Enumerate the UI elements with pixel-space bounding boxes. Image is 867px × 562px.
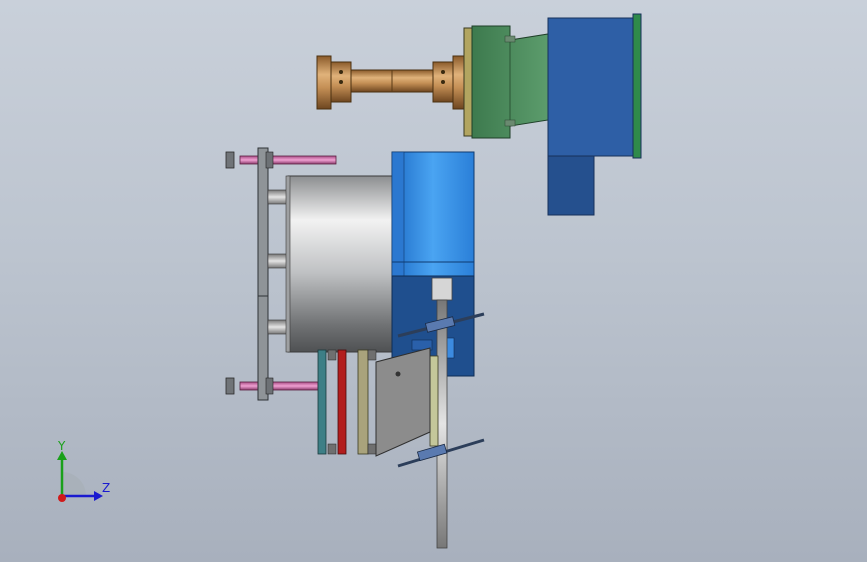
x-axis-origin-icon [58, 494, 66, 502]
spacer-top[interactable] [267, 189, 289, 205]
right-guide-plate[interactable] [429, 355, 439, 447]
upper-motor-terminal-box[interactable] [547, 155, 595, 216]
upper-rod-nut-left[interactable] [225, 151, 235, 169]
cad-viewport[interactable]: Y Z [0, 0, 867, 562]
spacer-middle[interactable] [267, 253, 289, 269]
spacer-bottom[interactable] [267, 319, 289, 335]
adapter-plate[interactable] [463, 27, 473, 137]
teal-plate[interactable] [317, 349, 327, 455]
chrome-drum[interactable] [287, 175, 393, 353]
upper-motor-body[interactable] [547, 17, 637, 157]
red-plate[interactable] [337, 349, 347, 455]
left-side-plate[interactable] [257, 147, 269, 401]
right-coupling-bolt-2 [441, 80, 445, 84]
triad-z-label: Z [102, 481, 110, 495]
right-flange[interactable] [452, 55, 466, 110]
lower-rod-nut-left[interactable] [225, 377, 235, 395]
upper-motor-endplate[interactable] [632, 13, 642, 159]
lower-tie-rod[interactable] [239, 381, 319, 391]
gray-bracket[interactable] [375, 347, 431, 457]
output-shaft[interactable] [436, 299, 448, 549]
lower-drum-assembly[interactable] [225, 147, 485, 549]
olive-plate[interactable] [357, 349, 369, 455]
left-coupling-bolt [339, 70, 343, 74]
orientation-triad: Y Z [57, 439, 110, 502]
upper-tie-rod[interactable] [239, 155, 337, 165]
output-shaft-housing[interactable] [431, 277, 453, 301]
left-flange[interactable] [316, 55, 332, 110]
assembly-model[interactable] [0, 0, 867, 562]
right-coupling-bolt [441, 70, 445, 74]
triad-y-label: Y [57, 439, 66, 453]
left-coupling-bolt-2 [339, 80, 343, 84]
